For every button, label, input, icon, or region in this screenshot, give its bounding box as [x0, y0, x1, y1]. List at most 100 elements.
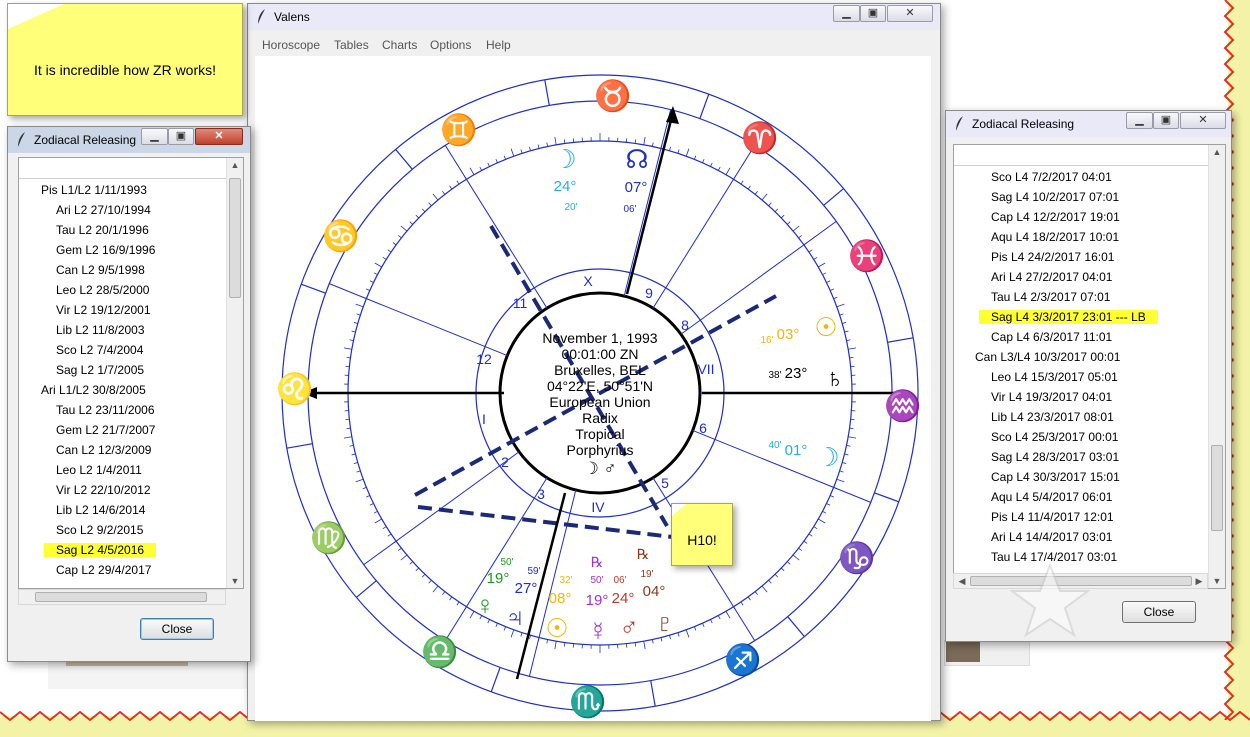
- saturn-glyph[interactable]: ♄: [825, 363, 845, 393]
- menu-horoscope[interactable]: Horoscope: [262, 34, 320, 56]
- right-zr-list[interactable]: Sco L4 7/2/2017 04:01 Sag L4 10/2/2017 07…: [953, 144, 1226, 589]
- close-window-button[interactable]: ✕: [887, 5, 933, 22]
- left-list-item[interactable]: Ari L1/L2 30/8/2005: [41, 380, 146, 400]
- scroll-right-icon[interactable]: ▶: [1191, 576, 1207, 587]
- center-house-system: Porphyrius: [567, 442, 634, 458]
- right-list-item[interactable]: Leo L4 15/3/2017 05:01: [991, 367, 1118, 387]
- left-close-window-button[interactable]: ✕: [195, 128, 243, 145]
- left-list-item-label: Sco L2 9/2/2015: [56, 523, 144, 537]
- pluto-glyph[interactable]: ♇: [655, 608, 675, 638]
- right-list-item[interactable]: Aqu L4 5/4/2017 06:01: [991, 487, 1112, 507]
- left-minimize-button[interactable]: ▁: [141, 128, 168, 145]
- house-11: 11: [513, 295, 528, 311]
- right-list-item[interactable]: Pis L4 11/4/2017 12:01: [991, 507, 1114, 527]
- node-minutes: 06': [623, 204, 636, 215]
- right-list-item-label: Pis L4 24/2/2017 16:01: [991, 250, 1115, 264]
- left-list-item[interactable]: Ari L2 27/10/1994: [56, 200, 151, 220]
- right-list-item[interactable]: Ari L4 14/4/2017 03:01: [991, 527, 1112, 547]
- right-vertical-scrollbar[interactable]: ▲ ▼: [1208, 145, 1225, 588]
- right-list-header: [954, 145, 1208, 166]
- right-list-item[interactable]: Sag L4 3/3/2017 23:01 --- LB: [979, 307, 1158, 327]
- scroll-up-icon[interactable]: ▲: [1209, 147, 1225, 157]
- menu-options[interactable]: Options: [430, 34, 471, 56]
- left-maximize-button[interactable]: ▣: [168, 128, 194, 145]
- left-list-item[interactable]: Tau L2 23/11/2006: [56, 400, 155, 420]
- right-close-window-button[interactable]: ✕: [1180, 112, 1226, 129]
- right-minimize-button[interactable]: ▁: [1126, 112, 1153, 129]
- scroll-down-icon[interactable]: ▼: [227, 576, 243, 586]
- menu-help[interactable]: Help: [486, 34, 511, 56]
- center-chart-type: Radix: [582, 410, 618, 426]
- left-list-item[interactable]: Vir L2 19/12/2001: [56, 300, 151, 320]
- minimize-button[interactable]: ▁: [833, 5, 860, 22]
- left-list-item-label: Gem L2 21/7/2007: [56, 423, 156, 437]
- sticky-note-h10: H10!: [671, 503, 733, 566]
- mercury-glyph[interactable]: ☿: [588, 616, 608, 646]
- left-list-item-label: Leo L2 28/5/2000: [56, 283, 150, 297]
- maximize-button[interactable]: ▣: [860, 5, 886, 22]
- right-list-item[interactable]: Aqu L4 18/2/2017 10:01: [991, 227, 1119, 247]
- right-close-button[interactable]: Close: [1122, 601, 1196, 623]
- right-list-item[interactable]: Sag L4 28/3/2017 03:01: [991, 447, 1119, 467]
- right-scroll-thumb[interactable]: [1211, 445, 1223, 531]
- mars-glyph[interactable]: ♂: [619, 612, 639, 642]
- right-list-item[interactable]: Lib L4 23/3/2017 08:01: [991, 407, 1114, 427]
- left-list-item[interactable]: Cap L2 29/4/2017: [56, 560, 151, 580]
- jupiter-glyph[interactable]: ♃: [505, 602, 525, 632]
- left-list-item[interactable]: Sag L2 1/7/2005: [56, 360, 144, 380]
- left-list-item[interactable]: Tau L2 20/1/1996: [56, 220, 149, 240]
- right-list-item[interactable]: Ari L4 27/2/2017 04:01: [991, 267, 1112, 287]
- right-list-item-label: Sco L4 7/2/2017 04:01: [991, 170, 1112, 184]
- left-horizontal-scrollbar[interactable]: [18, 589, 226, 605]
- moon-glyph[interactable]: ☽: [553, 144, 576, 174]
- scroll-left-icon[interactable]: ◀: [954, 576, 970, 587]
- moon2-glyph[interactable]: ☽: [816, 442, 839, 472]
- left-scroll-thumb[interactable]: [229, 178, 241, 298]
- sun-top-glyph[interactable]: ☉: [814, 312, 837, 342]
- left-list-item[interactable]: Sco L2 9/2/2015: [56, 520, 143, 540]
- left-list-item-label: Cap L2 29/4/2017: [56, 563, 152, 577]
- left-vertical-scrollbar[interactable]: ▲ ▼: [226, 158, 243, 588]
- sun-minutes: 32': [559, 575, 572, 586]
- left-close-button[interactable]: Close: [140, 618, 214, 640]
- scroll-up-icon[interactable]: ▲: [227, 160, 243, 170]
- scroll-down-icon[interactable]: ▼: [1209, 576, 1225, 586]
- right-list-item[interactable]: Tau L4 2/3/2017 07:01: [991, 287, 1110, 307]
- right-list-item[interactable]: Cap L4 30/3/2017 15:01: [991, 467, 1120, 487]
- right-maximize-button[interactable]: ▣: [1153, 112, 1179, 129]
- venus-glyph[interactable]: ♀: [475, 590, 495, 620]
- left-list-item[interactable]: Sco L2 7/4/2004: [56, 340, 143, 360]
- left-list-item[interactable]: Sag L2 4/5/2016: [44, 540, 157, 560]
- right-list-item[interactable]: Cap L4 12/2/2017 19:01: [991, 207, 1120, 227]
- pluto-retro: ℞: [637, 546, 650, 562]
- right-list-item[interactable]: Pis L4 24/2/2017 16:01: [991, 247, 1114, 267]
- right-list-item[interactable]: Can L3/L4 10/3/2017 00:01: [975, 347, 1120, 367]
- right-list-item[interactable]: Vir L4 19/3/2017 04:01: [991, 387, 1112, 407]
- left-list-item[interactable]: Leo L2 1/4/2011: [56, 460, 142, 480]
- sign-cancer: ♋: [322, 218, 359, 253]
- left-list-item[interactable]: Leo L2 28/5/2000: [56, 280, 149, 300]
- left-list-item[interactable]: Gem L2 16/9/1996: [56, 240, 155, 260]
- left-list-item[interactable]: Pis L1/L2 1/11/1993: [41, 180, 147, 200]
- node-glyph[interactable]: ☊: [625, 144, 648, 174]
- right-list-item[interactable]: Sco L4 25/3/2017 00:01: [991, 427, 1118, 447]
- right-list-item[interactable]: Sag L4 10/2/2017 07:01: [991, 187, 1119, 207]
- right-list-item-label: Leo L4 15/3/2017 05:01: [991, 370, 1118, 384]
- left-list-item[interactable]: Can L2 12/3/2009: [56, 440, 151, 460]
- house-9: 9: [645, 285, 653, 301]
- left-hscroll-thumb[interactable]: [35, 592, 207, 602]
- left-list-header: [19, 158, 226, 179]
- left-list-item[interactable]: Gem L2 21/7/2007: [56, 420, 155, 440]
- menu-charts[interactable]: Charts: [382, 34, 417, 56]
- left-zr-list[interactable]: Pis L1/L2 1/11/1993 Ari L2 27/10/1994 Tau …: [18, 157, 244, 589]
- right-list-item[interactable]: Sco L4 7/2/2017 04:01: [991, 167, 1112, 187]
- left-list-item[interactable]: Lib L2 11/8/2003: [56, 320, 145, 340]
- menu-tables[interactable]: Tables: [334, 34, 369, 56]
- left-list-item[interactable]: Can L2 9/5/1998: [56, 260, 145, 280]
- left-zr-window: Zodiacal Releasing ▁ ▣ ✕ Pis L1/L2 1/11/…: [7, 126, 251, 662]
- left-list-item[interactable]: Lib L2 14/6/2014: [56, 500, 145, 520]
- left-list-item[interactable]: Vir L2 22/10/2012: [56, 480, 151, 500]
- sun-glyph[interactable]: ☉: [545, 613, 568, 643]
- right-list-item[interactable]: Cap L4 6/3/2017 11:01: [991, 327, 1112, 347]
- horoscope-wheel[interactable]: ♉ ♈ ♓ ♒ ♑ ♐ ♏ ♎ ♍ ♌ ♋ ♊ X 9 8 VII 6 5 IV: [255, 56, 931, 721]
